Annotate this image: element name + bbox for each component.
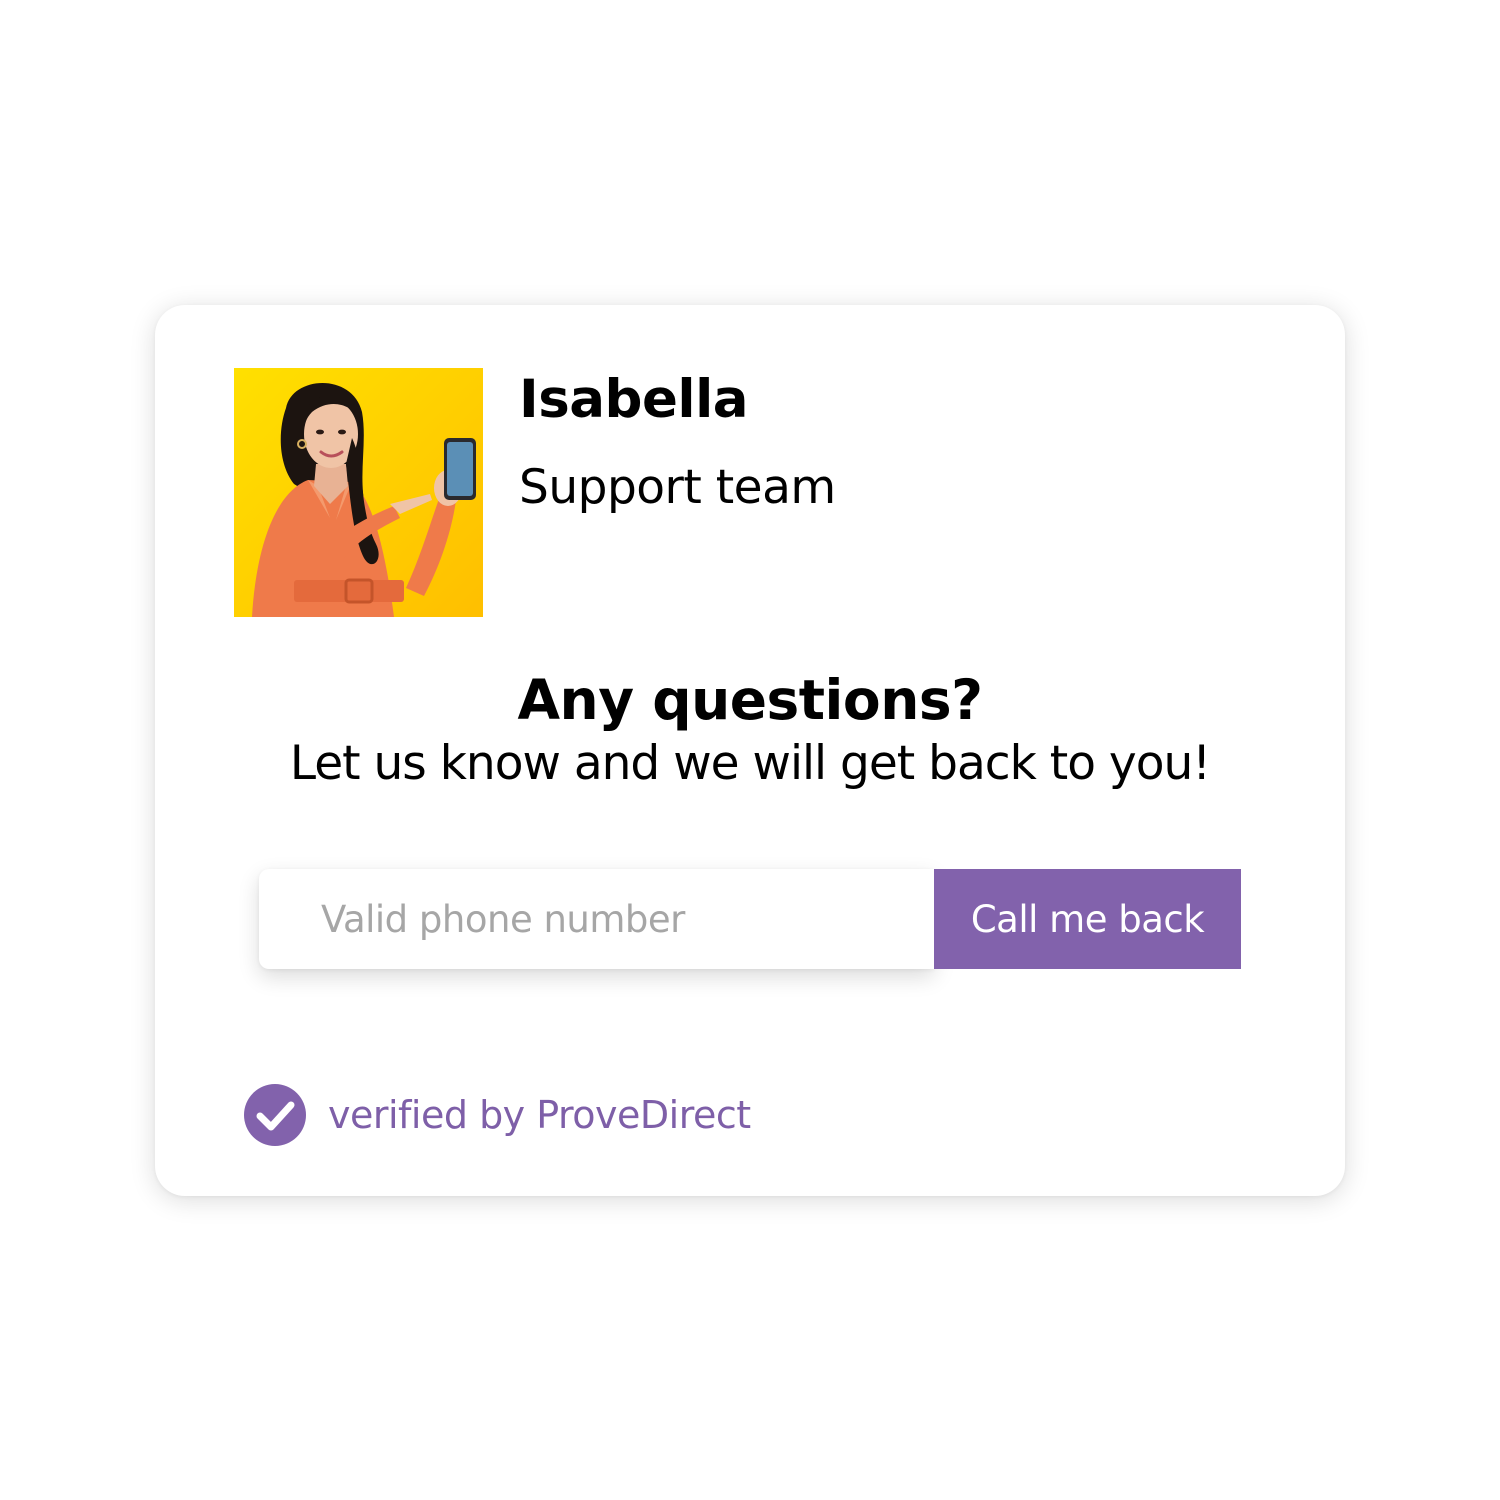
verified-by-label: verified by ProveDirect — [328, 1093, 751, 1137]
agent-role: Support team — [519, 460, 836, 515]
agent-name: Isabella — [519, 369, 749, 430]
headline: Any questions? — [517, 668, 983, 732]
verified-badge: verified by ProveDirect — [244, 1084, 751, 1146]
check-circle-icon — [244, 1084, 306, 1146]
agent-photo — [234, 368, 483, 617]
phone-number-input[interactable] — [259, 869, 934, 969]
call-me-back-button[interactable]: Call me back — [934, 869, 1241, 969]
callback-widget-card: Isabella Support team Any questions? Let… — [155, 305, 1345, 1196]
subheadline: Let us know and we will get back to you! — [289, 736, 1211, 791]
